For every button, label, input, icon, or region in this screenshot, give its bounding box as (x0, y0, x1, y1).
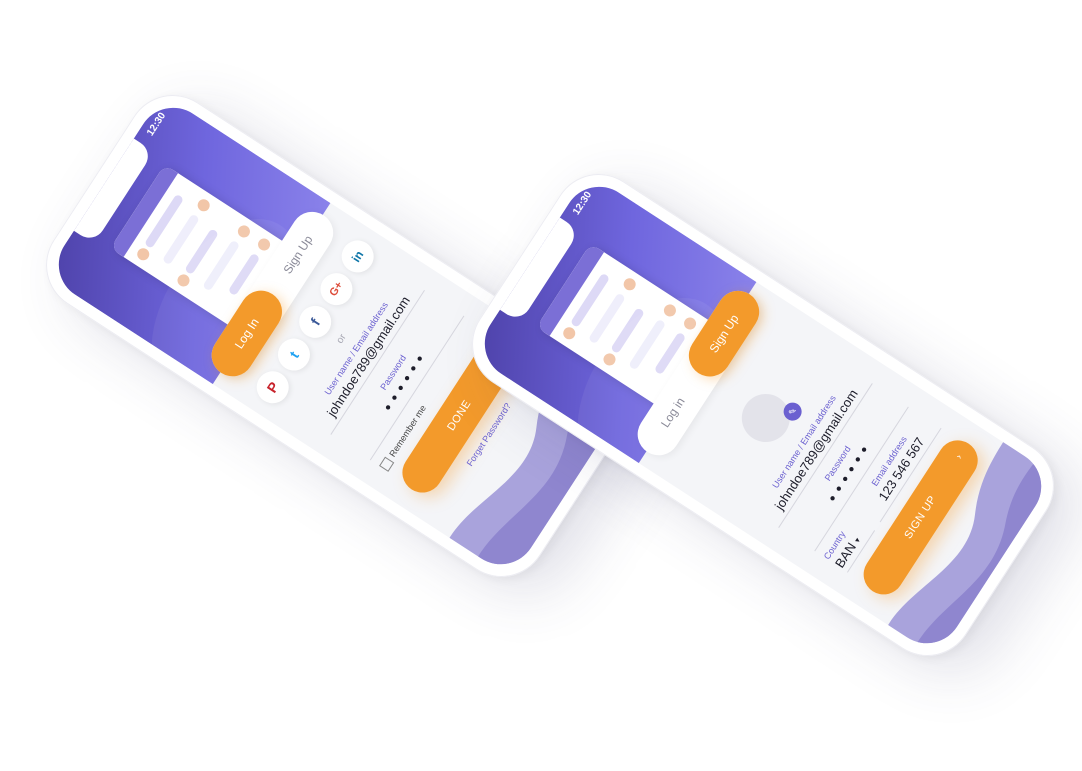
twitter-icon[interactable]: t (271, 332, 317, 377)
chat-avatar-icon (619, 274, 640, 294)
signup-phone: 12:30 Log in Sign Up ✎ User name / Email… (454, 156, 1072, 674)
pinterest-icon[interactable]: P (250, 365, 295, 410)
chat-avatar-icon (254, 234, 274, 255)
facebook-icon[interactable]: f (293, 299, 338, 344)
linkedin-icon[interactable]: in (335, 234, 380, 279)
caret-down-icon: ▾ (852, 536, 863, 545)
chat-avatar-icon (599, 349, 620, 370)
chat-avatar-icon (234, 221, 254, 242)
google-plus-icon[interactable]: G+ (314, 266, 359, 312)
mockup-stage: 12:30 Log In Sign Up P t f G+ in or User… (0, 0, 1082, 771)
done-label: DONE (445, 398, 474, 433)
chat-bubble (610, 307, 645, 355)
chat-bubble (202, 239, 241, 292)
remember-checkbox[interactable] (379, 456, 395, 472)
chat-avatar-icon (680, 313, 700, 334)
signup-screen: 12:30 Log in Sign Up ✎ User name / Email… (471, 173, 1055, 657)
chat-avatar-icon (660, 300, 680, 321)
chat-bubble (628, 318, 667, 371)
chat-avatar-icon (193, 195, 214, 215)
chat-avatar-icon (173, 270, 194, 291)
chat-bubble (184, 228, 219, 276)
